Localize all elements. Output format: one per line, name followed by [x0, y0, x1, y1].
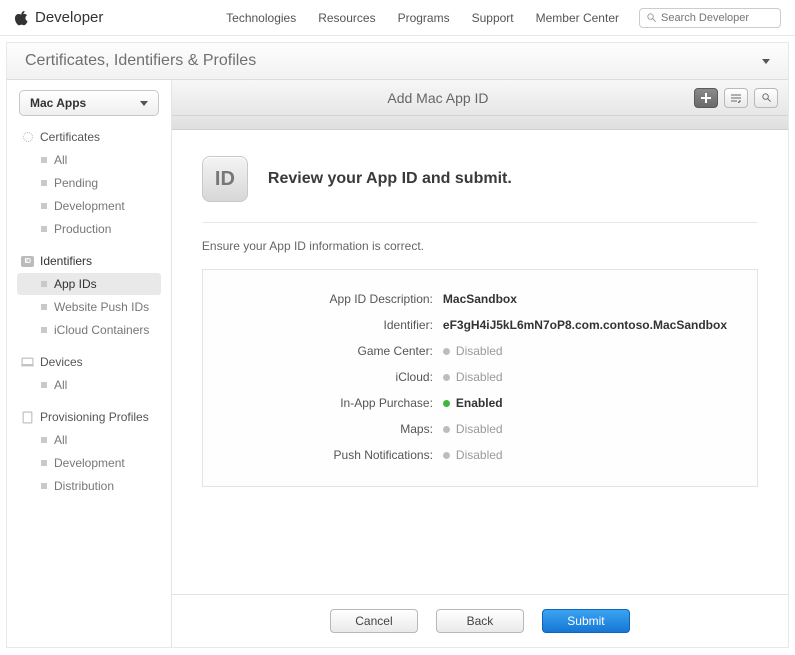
sidebar-item-devices-all[interactable]: All — [17, 374, 161, 396]
search-icon — [761, 92, 772, 103]
content: ID Review your App ID and submit. Ensure… — [172, 130, 788, 594]
value-identifier: eF3gH4iJ5kL6mN7oP8.com.contoso.MacSandbo… — [443, 318, 727, 332]
sidebar-item-cert-pending[interactable]: Pending — [17, 172, 161, 194]
cancel-button[interactable]: Cancel — [330, 609, 418, 633]
label-game-center: Game Center: — [233, 344, 433, 358]
side-group-identifiers: ID Identifiers App IDs Website Push IDs … — [13, 250, 165, 341]
search-field-wrap[interactable] — [639, 8, 781, 28]
bullet-icon — [41, 327, 47, 333]
label-app-id-description: App ID Description: — [233, 292, 433, 306]
id-badge-icon: ID — [21, 255, 34, 268]
nav-link-support[interactable]: Support — [472, 11, 514, 25]
side-group-header-devices[interactable]: Devices — [13, 351, 165, 373]
toolbar-title: Add Mac App ID — [182, 90, 694, 106]
bullet-icon — [41, 157, 47, 163]
info-box: App ID Description: MacSandbox Identifie… — [202, 269, 758, 487]
main-panel: Add Mac App ID ID Review your App ID and… — [172, 80, 788, 647]
status-dot-icon — [443, 348, 450, 355]
sidebar-item-profiles-all[interactable]: All — [17, 429, 161, 451]
brand-label: Developer — [35, 9, 103, 26]
value-push: Disabled — [443, 448, 727, 462]
back-button[interactable]: Back — [436, 609, 524, 633]
sidebar-item-profiles-development[interactable]: Development — [17, 452, 161, 474]
section-title: Certificates, Identifiers & Profiles — [25, 52, 256, 70]
sidebar-item-icloud-containers[interactable]: iCloud Containers — [17, 319, 161, 341]
devices-icon — [21, 356, 34, 369]
platform-select[interactable]: Mac Apps — [19, 90, 159, 116]
side-group-header-profiles[interactable]: Provisioning Profiles — [13, 406, 165, 428]
search-button[interactable] — [754, 88, 778, 108]
bullet-icon — [41, 304, 47, 310]
sub-bar — [172, 116, 788, 130]
nav-link-member-center[interactable]: Member Center — [536, 11, 619, 25]
label-push: Push Notifications: — [233, 448, 433, 462]
info-grid: App ID Description: MacSandbox Identifie… — [233, 292, 727, 462]
nav-link-technologies[interactable]: Technologies — [226, 11, 296, 25]
section-caret-icon[interactable] — [762, 59, 770, 64]
section-header: Certificates, Identifiers & Profiles — [6, 42, 789, 80]
bullet-icon — [41, 483, 47, 489]
main-toolbar: Add Mac App ID — [172, 80, 788, 116]
nav-link-resources[interactable]: Resources — [318, 11, 375, 25]
side-group-profiles: Provisioning Profiles All Development Di… — [13, 406, 165, 497]
top-nav: Developer Technologies Resources Program… — [0, 0, 795, 36]
apple-logo-icon — [14, 9, 29, 27]
bullet-icon — [41, 382, 47, 388]
status-dot-icon — [443, 426, 450, 433]
status-dot-icon — [443, 400, 450, 407]
bullet-icon — [41, 281, 47, 287]
profiles-icon — [21, 411, 34, 424]
bullet-icon — [41, 203, 47, 209]
ensure-text: Ensure your App ID information is correc… — [202, 239, 758, 253]
label-iap: In-App Purchase: — [233, 396, 433, 410]
add-button[interactable] — [694, 88, 718, 108]
sidebar-item-profiles-distribution[interactable]: Distribution — [17, 475, 161, 497]
review-heading: Review your App ID and submit. — [268, 170, 512, 188]
id-tile-icon: ID — [202, 156, 248, 202]
value-iap: Enabled — [443, 396, 727, 410]
certificate-icon — [21, 131, 34, 144]
sidebar-item-cert-production[interactable]: Production — [17, 218, 161, 240]
status-dot-icon — [443, 374, 450, 381]
side-group-certificates: Certificates All Pending Development Pro… — [13, 126, 165, 240]
submit-button[interactable]: Submit — [542, 609, 630, 633]
bullet-icon — [41, 180, 47, 186]
chevron-down-icon — [140, 101, 148, 106]
sidebar-item-cert-all[interactable]: All — [17, 149, 161, 171]
plus-icon — [701, 93, 711, 103]
side-group-header-certificates[interactable]: Certificates — [13, 126, 165, 148]
label-icloud: iCloud: — [233, 370, 433, 384]
platform-label: Mac Apps — [30, 96, 86, 110]
value-game-center: Disabled — [443, 344, 727, 358]
sidebar-item-cert-development[interactable]: Development — [17, 195, 161, 217]
search-icon — [646, 12, 657, 23]
sidebar-item-app-ids[interactable]: App IDs — [17, 273, 161, 295]
footer: Cancel Back Submit — [172, 594, 788, 647]
side-group-header-identifiers[interactable]: ID Identifiers — [13, 250, 165, 272]
status-dot-icon — [443, 452, 450, 459]
search-input[interactable] — [661, 12, 774, 24]
label-maps: Maps: — [233, 422, 433, 436]
toolbar-actions — [694, 88, 778, 108]
bullet-icon — [41, 437, 47, 443]
edit-icon — [730, 93, 742, 103]
edit-button[interactable] — [724, 88, 748, 108]
bullet-icon — [41, 460, 47, 466]
value-icloud: Disabled — [443, 370, 727, 384]
label-identifier: Identifier: — [233, 318, 433, 332]
sidebar-item-website-push-ids[interactable]: Website Push IDs — [17, 296, 161, 318]
review-header-row: ID Review your App ID and submit. — [202, 156, 758, 202]
value-maps: Disabled — [443, 422, 727, 436]
columns: Mac Apps Certificates All Pending Develo… — [6, 80, 789, 648]
sidebar: Mac Apps Certificates All Pending Develo… — [7, 80, 172, 647]
nav-links: Technologies Resources Programs Support … — [226, 11, 619, 25]
divider — [202, 222, 758, 223]
bullet-icon — [41, 226, 47, 232]
value-app-id-description: MacSandbox — [443, 292, 727, 306]
nav-link-programs[interactable]: Programs — [398, 11, 450, 25]
side-group-devices: Devices All — [13, 351, 165, 396]
